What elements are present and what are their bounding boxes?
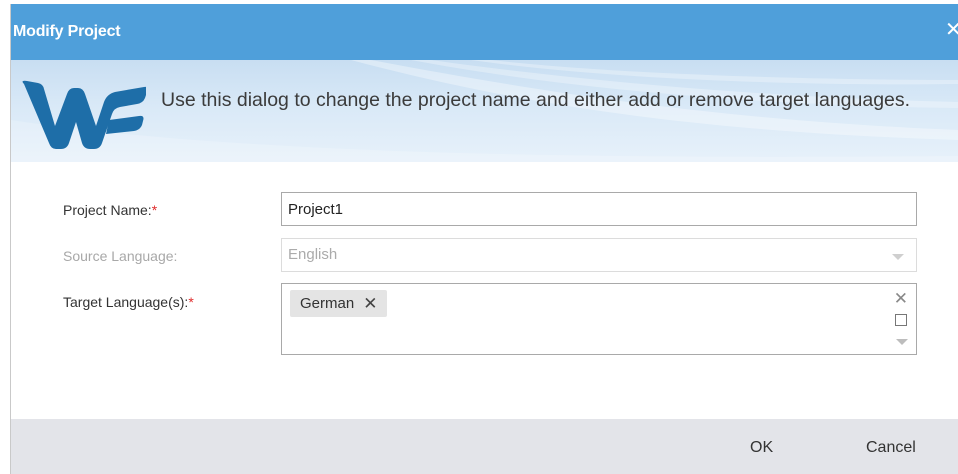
source-language-select: English xyxy=(281,238,917,272)
target-languages-multiselect[interactable]: German ✕ ✕ xyxy=(281,283,917,355)
project-name-input[interactable] xyxy=(281,192,917,226)
wf-logo-icon xyxy=(22,80,146,149)
cancel-button[interactable]: Cancel xyxy=(866,439,916,457)
dialog-footer: OK Cancel xyxy=(11,419,958,474)
project-name-label: Project Name:* xyxy=(63,202,157,218)
target-languages-label: Target Language(s):* xyxy=(63,294,194,310)
modify-project-dialog: Modify Project ✕ Use this dialog to chan… xyxy=(10,4,958,474)
dialog-title: Modify Project xyxy=(13,23,121,40)
chip-label: German xyxy=(300,295,355,312)
required-marker: * xyxy=(188,294,194,310)
info-banner: Use this dialog to change the project na… xyxy=(11,60,958,162)
select-all-checkbox[interactable] xyxy=(895,314,907,326)
source-language-value: English xyxy=(288,246,338,263)
chevron-down-icon xyxy=(892,254,904,260)
banner-description: Use this dialog to change the project na… xyxy=(161,89,911,111)
dialog-titlebar[interactable]: Modify Project ✕ xyxy=(11,4,958,60)
required-marker: * xyxy=(151,202,158,218)
clear-all-icon[interactable]: ✕ xyxy=(894,290,908,307)
chip-remove-icon[interactable]: ✕ xyxy=(363,295,377,312)
ok-button[interactable]: OK xyxy=(750,439,773,457)
chevron-down-icon[interactable] xyxy=(896,339,908,345)
project-name-label-text: Project Name: xyxy=(63,202,152,218)
source-language-label: Source Language: xyxy=(63,248,178,264)
target-languages-label-text: Target Language(s): xyxy=(63,294,189,310)
language-chip-german: German ✕ xyxy=(290,290,388,317)
close-icon[interactable]: ✕ xyxy=(945,20,958,40)
